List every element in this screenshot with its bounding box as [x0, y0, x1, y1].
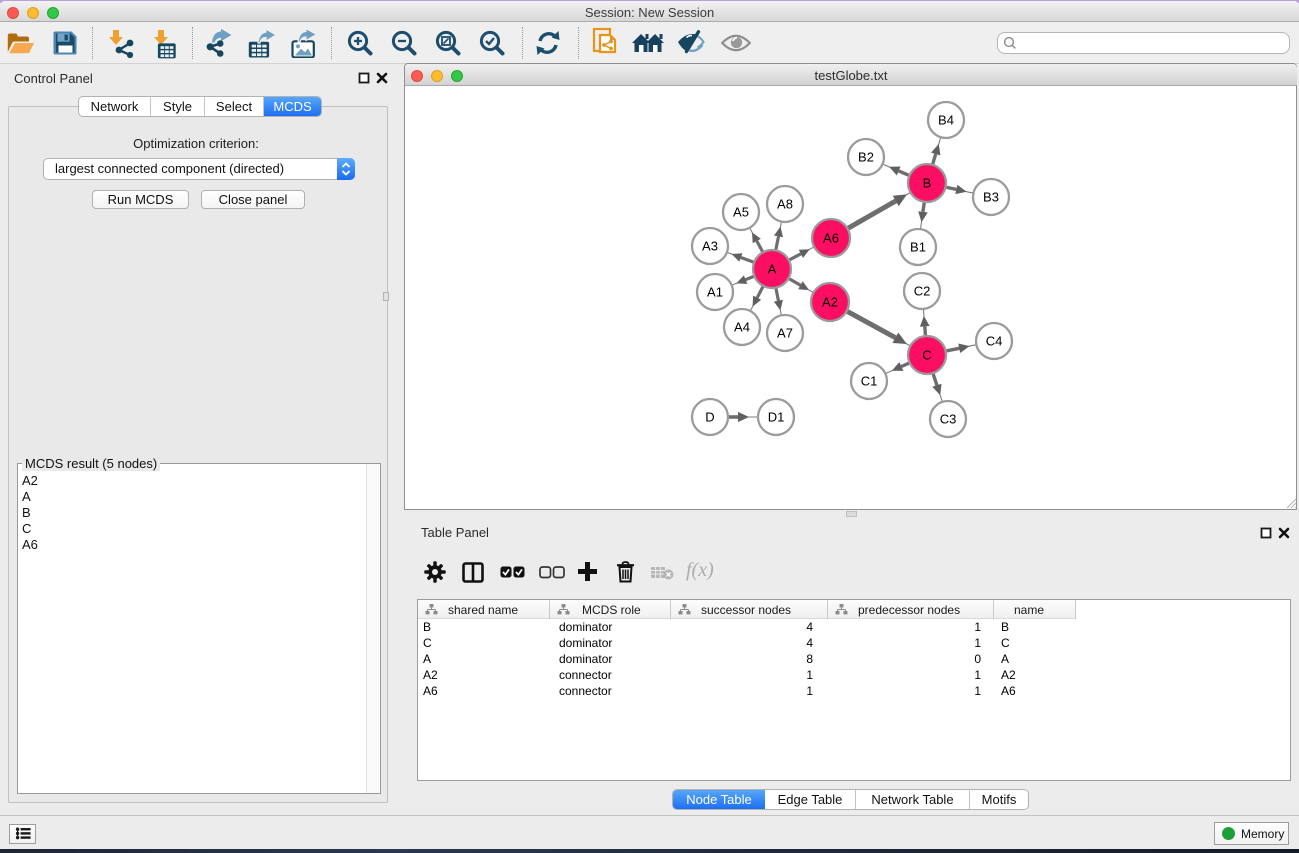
svg-text:A2: A2: [822, 295, 838, 310]
svg-text:C2: C2: [914, 284, 931, 299]
svg-text:C4: C4: [986, 334, 1003, 349]
svg-text:C3: C3: [940, 412, 957, 427]
svg-text:A4: A4: [734, 320, 750, 335]
svg-text:B1: B1: [910, 240, 926, 255]
svg-text:D1: D1: [768, 410, 785, 425]
svg-text:A6: A6: [823, 231, 839, 246]
svg-text:C: C: [922, 348, 931, 363]
svg-text:B: B: [923, 176, 932, 191]
svg-text:D: D: [705, 410, 714, 425]
svg-text:A: A: [768, 262, 777, 277]
svg-text:A5: A5: [733, 205, 749, 220]
svg-text:C1: C1: [861, 374, 878, 389]
svg-text:B3: B3: [983, 190, 999, 205]
svg-text:B4: B4: [938, 113, 954, 128]
svg-text:A1: A1: [707, 285, 723, 300]
svg-text:A7: A7: [777, 326, 793, 341]
svg-text:A3: A3: [702, 239, 718, 254]
svg-text:B2: B2: [858, 150, 874, 165]
svg-text:A8: A8: [777, 197, 793, 212]
